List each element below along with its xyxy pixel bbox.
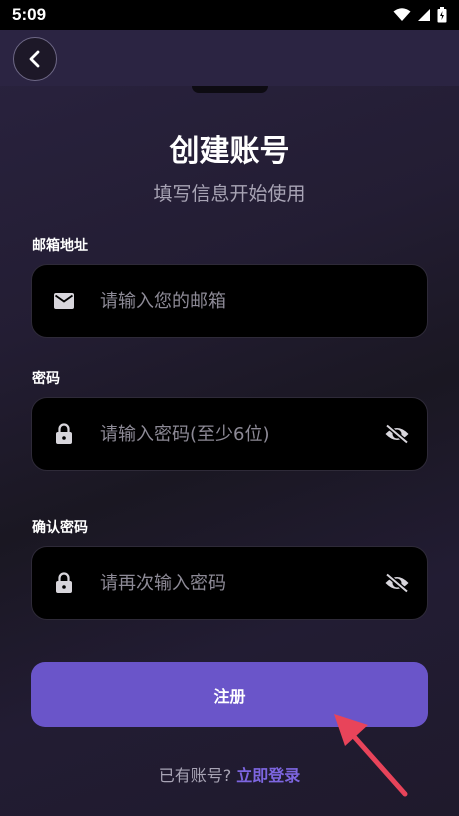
app-bar	[0, 30, 459, 86]
status-icons	[393, 7, 447, 23]
lock-icon	[32, 423, 96, 445]
chevron-left-icon	[29, 50, 40, 68]
back-button[interactable]	[13, 37, 57, 81]
pointer-arrow-icon	[334, 714, 408, 797]
lock-icon	[32, 572, 96, 594]
status-time: 5:09	[12, 5, 47, 24]
login-prompt: 已有账号? 立即登录	[0, 762, 459, 786]
confirm-password-input[interactable]	[96, 572, 367, 594]
page-subtitle: 填写信息开始使用	[153, 183, 306, 205]
confirm-password-field[interactable]	[31, 546, 428, 620]
email-label: 邮箱地址	[32, 238, 88, 254]
password-label: 密码	[32, 371, 60, 387]
battery-icon	[437, 7, 447, 23]
password-input[interactable]	[96, 423, 367, 445]
eye-off-icon[interactable]	[367, 573, 427, 593]
header-notch	[192, 86, 268, 93]
status-bar: 5:09	[0, 0, 459, 30]
wifi-icon	[393, 8, 411, 21]
confirm-password-label: 确认密码	[32, 520, 88, 536]
mail-icon	[32, 292, 96, 310]
page-title: 创建账号	[169, 134, 290, 169]
eye-off-icon[interactable]	[367, 424, 427, 444]
have-account-text: 已有账号?	[158, 766, 232, 785]
email-input[interactable]	[96, 290, 427, 312]
email-field[interactable]	[31, 264, 428, 338]
password-field[interactable]	[31, 397, 428, 471]
signal-icon	[418, 9, 430, 21]
login-link[interactable]: 立即登录	[236, 766, 300, 785]
